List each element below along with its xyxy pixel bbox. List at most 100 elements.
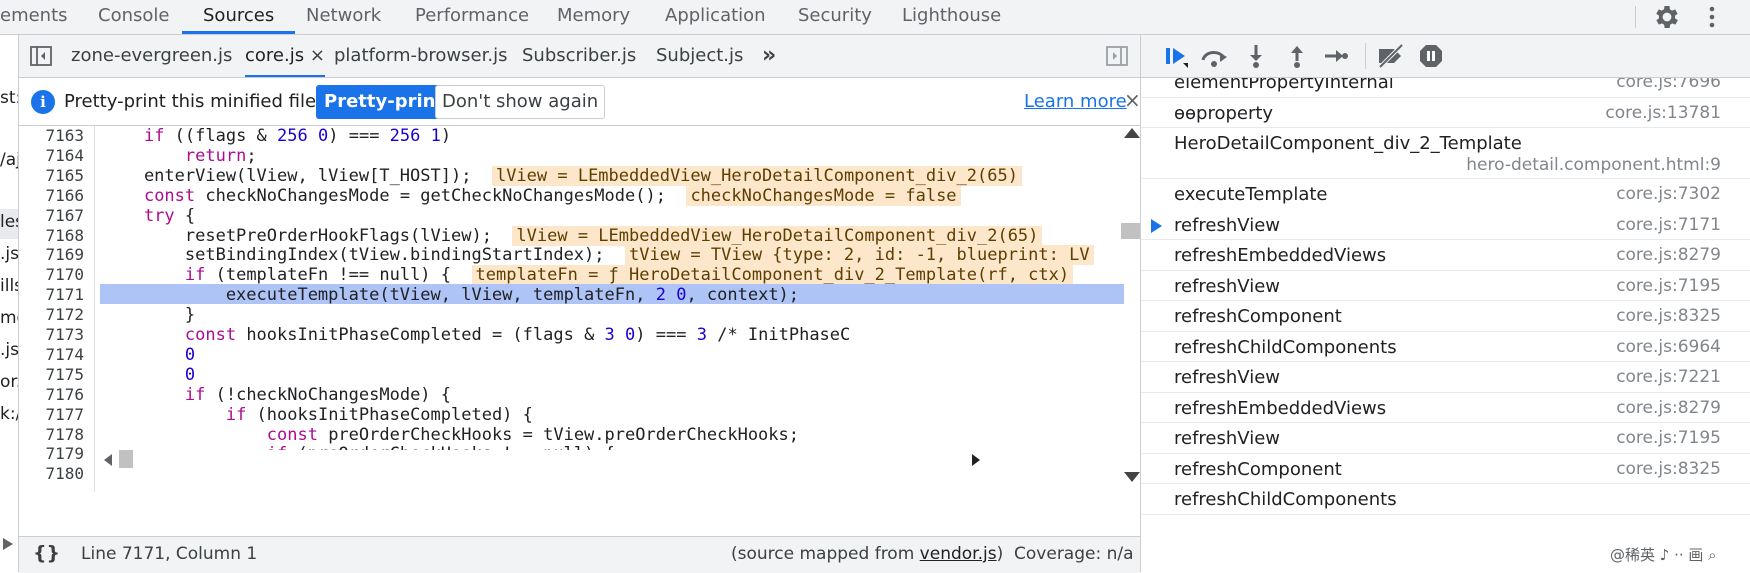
tab-application[interactable]: Application xyxy=(665,0,766,34)
call-frame[interactable]: elementPropertyInternal core.js:7696 xyxy=(1141,78,1750,98)
code-line[interactable]: if (!checkNoChangesMode) { xyxy=(103,384,1123,406)
scroll-right-arrow-icon[interactable] xyxy=(971,453,981,467)
file-tree-item[interactable]: st: xyxy=(0,88,18,108)
tab-core-js[interactable]: core.js × xyxy=(245,35,325,77)
code-line[interactable]: if (hooksInitPhaseCompleted) { xyxy=(103,404,1123,426)
tab-subject[interactable]: Subject.js xyxy=(656,35,743,77)
step-into-icon[interactable] xyxy=(1243,43,1269,69)
close-infobar-icon[interactable]: × xyxy=(1124,88,1141,112)
line-number[interactable]: 7164 xyxy=(45,146,84,165)
scroll-up-arrow-icon[interactable] xyxy=(1124,128,1140,138)
source-file-link[interactable]: vendor.js xyxy=(920,544,997,564)
call-frame[interactable]: refreshChildComponents core.js:6964 xyxy=(1141,331,1750,362)
line-number[interactable]: 7169 xyxy=(45,245,84,264)
file-tree-item[interactable]: k:/ xyxy=(0,404,18,424)
line-number[interactable]: 7170 xyxy=(45,265,84,284)
code-line[interactable]: } xyxy=(103,304,1123,326)
call-frame[interactable]: refreshComponent core.js:8325 xyxy=(1141,453,1750,484)
pause-on-exceptions-icon[interactable] xyxy=(1418,43,1444,69)
line-number[interactable]: 7167 xyxy=(45,206,84,225)
format-braces-icon[interactable]: {} xyxy=(33,542,60,564)
call-frame[interactable]: refreshView core.js:7221 xyxy=(1141,361,1750,393)
line-number[interactable]: 7176 xyxy=(45,385,84,404)
call-frame[interactable]: HeroDetailComponent_div_2_Template hero-d… xyxy=(1141,127,1750,179)
file-tree-item[interactable]: les xyxy=(0,212,18,232)
line-number[interactable]: 7177 xyxy=(45,405,84,424)
frame-location[interactable]: core.js:7171 xyxy=(1616,215,1721,235)
frame-location[interactable]: core.js:7195 xyxy=(1616,428,1721,448)
line-number[interactable]: 7179 xyxy=(45,444,84,463)
frame-location[interactable]: core.js:7195 xyxy=(1616,276,1721,296)
more-tabs-button[interactable]: » xyxy=(762,35,776,77)
file-tree-item[interactable]: .js xyxy=(0,244,18,264)
call-frame[interactable]: refreshView core.js:7171 xyxy=(1141,208,1750,240)
tab-lighthouse[interactable]: Lighthouse xyxy=(902,0,1001,34)
horizontal-scrollbar[interactable] xyxy=(103,450,1123,468)
horizontal-scroll-thumb[interactable] xyxy=(119,450,133,468)
deactivate-breakpoints-icon[interactable] xyxy=(1376,43,1406,69)
toggle-navigator-icon[interactable] xyxy=(29,44,53,68)
scroll-down-arrow-icon[interactable] xyxy=(1124,472,1140,482)
frame-location[interactable]: core.js:7221 xyxy=(1616,367,1721,387)
tab-platform-browser[interactable]: platform-browser.js xyxy=(334,35,507,77)
step-icon[interactable] xyxy=(1323,43,1349,69)
gear-icon[interactable] xyxy=(1652,2,1682,32)
code-line[interactable]: const preOrderCheckHooks = tView.preOrde… xyxy=(103,424,1123,446)
call-frame[interactable]: executeTemplate core.js:7302 xyxy=(1141,178,1750,210)
line-number[interactable]: 7180 xyxy=(45,464,84,483)
more-options-icon[interactable] xyxy=(1700,2,1724,32)
learn-more-link[interactable]: Learn more xyxy=(1024,91,1127,112)
frame-location[interactable]: core.js:7302 xyxy=(1616,184,1721,204)
call-frame[interactable]: refreshEmbeddedViews core.js:8279 xyxy=(1141,392,1750,423)
scroll-left-arrow-icon[interactable] xyxy=(103,453,113,467)
frame-location[interactable]: hero-detail.component.html:9 xyxy=(1466,155,1721,175)
scrollbar-thumb[interactable] xyxy=(1121,223,1140,239)
line-number[interactable]: 7173 xyxy=(45,325,84,344)
dont-show-again-button[interactable]: Don't show again xyxy=(435,85,606,119)
tab-security[interactable]: Security xyxy=(798,0,872,34)
tab-sources[interactable]: Sources xyxy=(182,0,296,34)
line-number[interactable]: 7165 xyxy=(45,166,84,185)
code-line[interactable]: return; xyxy=(103,145,1123,167)
code-line[interactable]: enterView(lView, lView[T_HOST]); lView =… xyxy=(103,165,1123,187)
code-line[interactable]: const hooksInitPhaseCompleted = (flags &… xyxy=(103,324,1123,346)
code-line[interactable]: 0 xyxy=(103,344,1123,366)
file-tree-item[interactable]: ills xyxy=(0,276,18,296)
resume-icon[interactable] xyxy=(1163,43,1189,69)
file-tree-item[interactable]: me xyxy=(0,308,18,328)
tab-performance[interactable]: Performance xyxy=(415,0,529,34)
frame-location[interactable]: core.js:8279 xyxy=(1616,245,1721,265)
code-editor[interactable]: 7163 7164 7165 7166 7167 7168 7169 7170 7171 7172… xyxy=(19,126,1140,492)
file-tree-item[interactable]: /aj xyxy=(0,150,18,170)
line-number[interactable]: 7166 xyxy=(45,186,84,205)
line-number[interactable]: 7163 xyxy=(45,126,84,145)
line-number[interactable]: 7175 xyxy=(45,365,84,384)
tab-zone-evergreen[interactable]: zone-evergreen.js xyxy=(71,35,232,77)
vertical-scrollbar[interactable] xyxy=(1121,126,1140,492)
tab-ements[interactable]: ements xyxy=(0,0,68,34)
pretty-print-button[interactable]: Pretty-print xyxy=(316,85,453,119)
call-frame[interactable]: refreshEmbeddedViews core.js:8279 xyxy=(1141,239,1750,271)
toggle-debugger-icon[interactable] xyxy=(1105,44,1129,68)
tab-network[interactable]: Network xyxy=(306,0,381,34)
frame-location[interactable]: core.js:8325 xyxy=(1616,459,1721,479)
code-line[interactable]: resetPreOrderHookFlags(lView); lView = L… xyxy=(103,225,1123,247)
code-line[interactable]: 0 xyxy=(103,364,1123,386)
call-frame[interactable]: refreshView core.js:7195 xyxy=(1141,270,1750,301)
code-line[interactable]: executeTemplate(tView, lView, templateFn… xyxy=(103,284,1123,306)
code-line[interactable]: if (templateFn !== null) { templateFn = … xyxy=(103,264,1123,286)
tab-console[interactable]: Console xyxy=(98,0,169,34)
code-line[interactable]: if ((flags & 256 0) === 256 1) xyxy=(103,126,1123,147)
code-line[interactable]: setBindingIndex(tView.bindingStartIndex)… xyxy=(103,244,1123,266)
code-line[interactable]: try { xyxy=(103,205,1123,227)
call-frame[interactable]: ɵɵproperty core.js:13781 xyxy=(1141,97,1750,128)
line-number-gutter[interactable]: 7163 7164 7165 7166 7167 7168 7169 7170 7171 7172… xyxy=(19,126,95,492)
tab-memory[interactable]: Memory xyxy=(557,0,630,34)
step-over-icon[interactable] xyxy=(1198,43,1230,69)
code-line[interactable]: const checkNoChangesMode = getCheckNoCha… xyxy=(103,185,1123,207)
frame-location[interactable]: core.js:6964 xyxy=(1616,337,1721,357)
line-number[interactable]: 7168 xyxy=(45,226,84,245)
call-frame[interactable]: refreshChildComponents xyxy=(1141,483,1750,515)
step-out-icon[interactable] xyxy=(1284,43,1310,69)
line-number[interactable]: 7174 xyxy=(45,345,84,364)
